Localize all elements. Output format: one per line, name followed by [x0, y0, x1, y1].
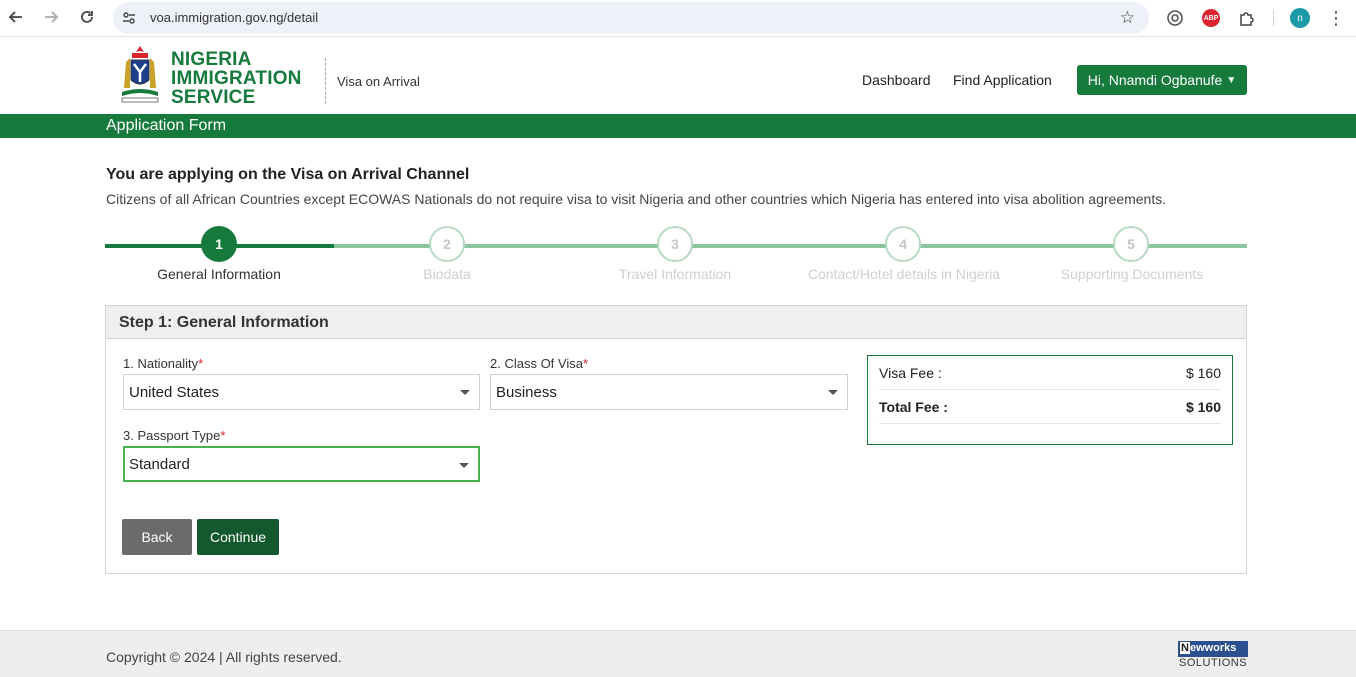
page-footer: Copyright © 2024 | All rights reserved. …: [0, 630, 1356, 677]
required-marker: *: [582, 356, 589, 371]
vendor-initial: N: [1180, 642, 1190, 654]
visa-class-select[interactable]: Business: [490, 374, 848, 410]
total-fee-label: Total Fee :: [879, 398, 948, 415]
nav-find-application-link[interactable]: Find Application: [953, 72, 1052, 88]
chrome-extension-icon[interactable]: [1165, 8, 1185, 28]
dropdown-caret-icon: [459, 463, 469, 468]
form-title: Application Form: [106, 117, 227, 134]
copyright-text: Copyright © 2024 | All rights reserved.: [106, 649, 342, 665]
required-marker: *: [220, 428, 226, 443]
nationality-label-text: 1. Nationality: [123, 356, 199, 371]
brand-line-2: IMMIGRATION: [171, 68, 302, 89]
fee-summary-box: Visa Fee : $ 160 Total Fee : $ 160: [867, 355, 1233, 445]
bookmark-star-icon[interactable]: ☆: [1120, 8, 1135, 28]
user-greeting: Hi, Nnamdi Ogbanufe: [1087, 72, 1223, 88]
visa-fee-row: Visa Fee : $ 160: [879, 356, 1221, 390]
passport-type-value: Standard: [129, 456, 190, 473]
visa-fee-value: $ 160: [1185, 364, 1221, 381]
newworks-logo: Newworks SOLUTIONS: [1178, 641, 1248, 671]
visa-class-label: 2. Class Of Visa*: [490, 356, 588, 371]
adblock-icon[interactable]: ABP: [1201, 8, 1221, 28]
form-title-band: Application Form: [0, 114, 1356, 138]
channel-title: You are applying on the Visa on Arrival …: [106, 166, 470, 183]
continue-button[interactable]: Continue: [197, 519, 279, 555]
passport-type-select[interactable]: Standard: [123, 446, 480, 482]
nationality-value: United States: [129, 384, 220, 401]
extensions-puzzle-icon[interactable]: [1237, 8, 1257, 28]
channel-description: Citizens of all African Countries except…: [106, 191, 1167, 207]
step-2-indicator: 2: [429, 226, 465, 262]
browser-toolbar: voa.immigration.gov.ng/detail ☆ ABP n ⋮: [0, 0, 1356, 37]
general-information-card: Step 1: General Information 1. Nationali…: [105, 305, 1247, 574]
user-menu-button[interactable]: Hi, Nnamdi Ogbanufe ▼: [1077, 65, 1247, 95]
back-arrow-icon[interactable]: [5, 6, 27, 28]
reload-icon[interactable]: [76, 6, 98, 28]
caret-down-icon: ▼: [1226, 74, 1237, 86]
step-1-indicator: 1: [201, 226, 237, 262]
service-subtitle: Visa on Arrival: [337, 74, 420, 89]
brand-separator: [325, 58, 326, 104]
url-text[interactable]: voa.immigration.gov.ng/detail: [150, 10, 318, 25]
site-header: NIGERIA IMMIGRATION SERVICE Visa on Arri…: [0, 38, 1356, 114]
coat-of-arms-logo: [118, 44, 162, 106]
visa-class-label-text: 2. Class Of Visa: [490, 356, 583, 371]
profile-avatar[interactable]: n: [1290, 8, 1310, 28]
nationality-select[interactable]: United States: [123, 374, 480, 410]
step-5-label: Supporting Documents: [1060, 266, 1204, 282]
stepper-line-pending: [334, 244, 1247, 248]
adblock-label: ABP: [1202, 9, 1220, 27]
vendor-name: ewworks: [1189, 642, 1237, 654]
dropdown-caret-icon: [828, 390, 838, 395]
brand-wordmark[interactable]: NIGERIA IMMIGRATION SERVICE: [171, 50, 302, 107]
total-fee-row: Total Fee : $ 160: [879, 390, 1221, 424]
step-4-label: Contact/Hotel details in Nigeria: [807, 266, 1001, 282]
required-marker: *: [198, 356, 204, 371]
brand-line-1: NIGERIA: [171, 49, 252, 70]
total-fee-value: $ 160: [1185, 398, 1221, 415]
step-5-indicator: 5: [1113, 226, 1149, 262]
step-2-label: Biodata: [423, 266, 471, 282]
forward-arrow-icon[interactable]: [40, 6, 62, 28]
toolbar-divider: [1273, 10, 1274, 26]
card-heading: Step 1: General Information: [106, 306, 1246, 339]
passport-type-label: 3. Passport Type*: [123, 428, 225, 443]
kebab-menu-icon[interactable]: ⋮: [1326, 8, 1346, 28]
visa-fee-label: Visa Fee :: [879, 364, 942, 381]
passport-type-label-text: 3. Passport Type: [123, 428, 221, 443]
nationality-label: 1. Nationality*: [123, 356, 203, 371]
vendor-tagline: SOLUTIONS: [1179, 657, 1248, 669]
back-button[interactable]: Back: [122, 519, 192, 555]
step-3-label: Travel Information: [618, 266, 732, 282]
dropdown-caret-icon: [460, 390, 470, 395]
step-1-label: General Information: [157, 266, 281, 282]
profile-initial: n: [1290, 8, 1310, 28]
nav-dashboard-link[interactable]: Dashboard: [862, 72, 931, 88]
step-4-indicator: 4: [885, 226, 921, 262]
site-settings-icon[interactable]: [121, 10, 137, 26]
brand-line-3: SERVICE: [171, 87, 256, 108]
step-3-indicator: 3: [657, 226, 693, 262]
visa-class-value: Business: [496, 384, 557, 401]
address-bar[interactable]: voa.immigration.gov.ng/detail ☆: [113, 2, 1149, 34]
